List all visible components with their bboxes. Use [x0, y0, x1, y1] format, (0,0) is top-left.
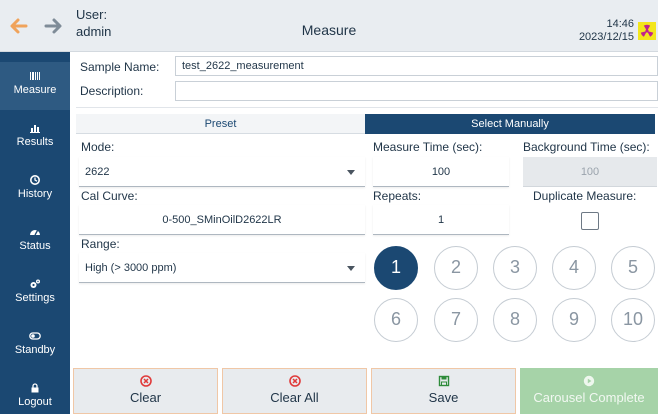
sidebar: Measure Results History Status Settings … — [0, 52, 70, 414]
duplicate-measure-checkbox[interactable] — [581, 212, 599, 230]
tab-select-manually[interactable]: Select Manually — [365, 114, 655, 134]
barcode-icon — [29, 70, 41, 82]
clock-date: 2023/12/15 — [578, 31, 634, 43]
back-arrow-icon[interactable] — [6, 14, 30, 38]
top-bar: User: admin Measure 14:46 2023/12/15 — [0, 0, 658, 52]
clear-button[interactable]: Clear — [73, 368, 218, 414]
repeats-input[interactable]: 1 — [373, 205, 509, 235]
position-button-6[interactable]: 6 — [374, 298, 418, 342]
sample-name-input[interactable]: test_2622_measurement — [175, 56, 658, 76]
save-button[interactable]: Save — [371, 368, 516, 414]
history-icon — [29, 174, 41, 186]
sample-card: Sample Name: test_2622_measurement Descr… — [76, 56, 658, 108]
range-label: Range: — [81, 237, 120, 251]
range-value: High (> 3000 ppm) — [85, 262, 177, 274]
sidebar-item-label: Status — [19, 240, 51, 252]
sidebar-item-label: Results — [16, 136, 54, 148]
mode-label: Mode: — [81, 140, 115, 154]
clear-button-label: Clear — [129, 390, 162, 405]
sidebar-item-label: Settings — [15, 292, 55, 304]
sidebar-item-standby[interactable]: Standby — [0, 322, 70, 370]
user-info: User: admin — [76, 6, 111, 40]
repeats-label: Repeats: — [373, 189, 422, 203]
sidebar-item-status[interactable]: Status — [0, 218, 70, 266]
position-button-8[interactable]: 8 — [493, 298, 537, 342]
sidebar-item-logout[interactable]: Logout — [0, 374, 70, 414]
play-icon — [583, 375, 595, 387]
sidebar-item-settings[interactable]: Settings — [0, 270, 70, 318]
sidebar-item-label: History — [17, 188, 53, 200]
carousel-complete-button[interactable]: Carousel Complete — [520, 368, 658, 414]
tab-preset[interactable]: Preset — [76, 114, 365, 134]
position-button-10[interactable]: 10 — [611, 298, 655, 342]
sidebar-item-label: Standby — [14, 344, 56, 356]
user-label: User: — [76, 7, 108, 22]
duplicate-measure-label: Duplicate Measure: — [533, 189, 637, 203]
sidebar-item-results[interactable]: Results — [0, 114, 70, 162]
bar-chart-icon — [29, 122, 41, 134]
forward-arrow-icon[interactable] — [42, 14, 66, 38]
carousel-complete-button-label: Carousel Complete — [533, 390, 645, 405]
radiation-icon — [638, 22, 656, 40]
range-select[interactable]: High (> 3000 ppm) — [79, 253, 365, 283]
dropdown-caret-icon — [347, 170, 355, 175]
dashboard-icon — [29, 226, 41, 238]
mode-select[interactable]: 2622 — [79, 157, 365, 187]
position-button-5[interactable]: 5 — [611, 246, 655, 290]
description-label: Description: — [80, 84, 144, 98]
background-time-input: 100 — [523, 157, 657, 187]
description-input[interactable] — [175, 81, 658, 101]
clock-time: 14:46 — [606, 18, 634, 30]
datetime: 14:46 2023/12/15 — [579, 18, 634, 44]
sidebar-item-measure[interactable]: Measure — [0, 62, 70, 110]
mode-value: 2622 — [85, 166, 110, 178]
cal-curve-label: Cal Curve: — [81, 189, 138, 203]
measure-time-label: Measure Time (sec): — [373, 140, 483, 154]
cal-curve-field[interactable]: 0-500_SMinOilD2622LR — [79, 205, 365, 235]
clear-all-x-icon — [288, 375, 301, 387]
gears-icon — [29, 278, 41, 290]
position-button-1[interactable]: 1 — [374, 246, 418, 290]
sidebar-item-label: Logout — [18, 396, 52, 408]
sidebar-item-history[interactable]: History — [0, 166, 70, 214]
save-button-label: Save — [428, 390, 459, 405]
clear-all-button[interactable]: Clear All — [222, 368, 367, 414]
position-button-7[interactable]: 7 — [434, 298, 478, 342]
measure-time-input[interactable]: 100 — [373, 157, 509, 187]
background-time-label: Background Time (sec): — [523, 140, 650, 154]
position-button-9[interactable]: 9 — [552, 298, 596, 342]
lock-icon — [29, 382, 41, 394]
toggle-icon — [29, 330, 41, 342]
user-name: admin — [76, 24, 112, 39]
sample-name-label: Sample Name: — [80, 60, 160, 74]
sidebar-item-label: Measure — [13, 84, 57, 96]
clear-x-icon — [139, 375, 152, 387]
position-button-4[interactable]: 4 — [552, 246, 596, 290]
save-icon — [438, 375, 450, 387]
clear-all-button-label: Clear All — [270, 390, 319, 405]
dropdown-caret-icon — [347, 266, 355, 271]
position-button-3[interactable]: 3 — [493, 246, 537, 290]
position-button-2[interactable]: 2 — [434, 246, 478, 290]
page-title: Measure — [301, 22, 357, 38]
